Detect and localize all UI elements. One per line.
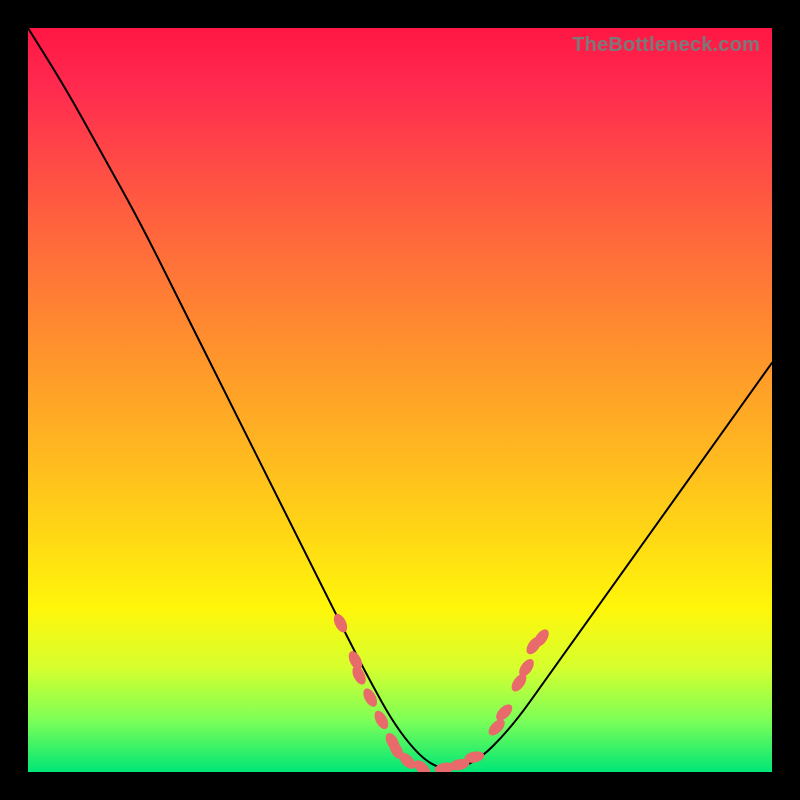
chart-frame: TheBottleneck.com (0, 0, 800, 800)
plot-area: TheBottleneck.com (28, 28, 772, 772)
marker-point (493, 702, 515, 724)
marker-group (331, 612, 552, 772)
bottleneck-curve (28, 28, 772, 769)
marker-point (331, 612, 350, 635)
marker-point (411, 757, 433, 772)
marker-point (361, 686, 380, 709)
chart-overlay (28, 28, 772, 772)
marker-point (350, 664, 369, 687)
